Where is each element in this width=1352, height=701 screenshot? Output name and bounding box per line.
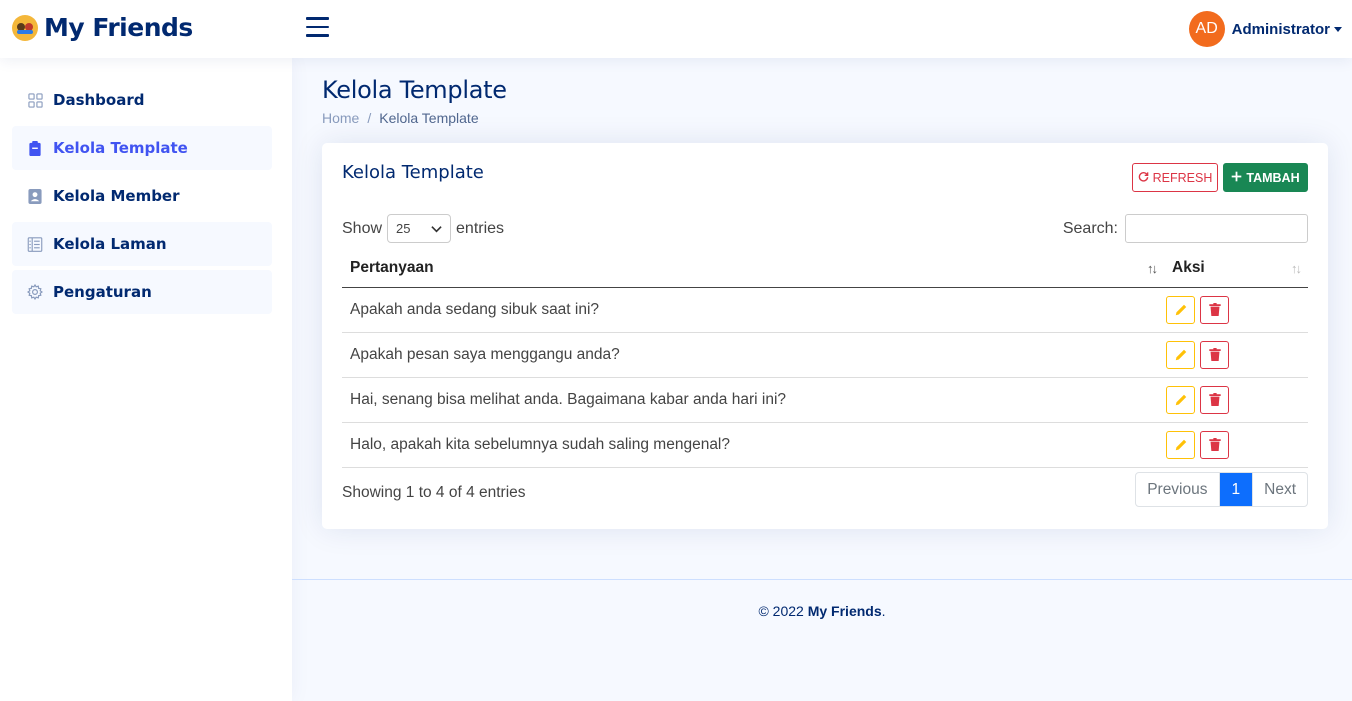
footer-copyright: © 2022 (758, 603, 808, 619)
sidebar-item-dashboard[interactable]: Dashboard (12, 78, 272, 122)
breadcrumb-separator: / (367, 110, 372, 126)
logo[interactable]: My Friends (12, 13, 193, 42)
delete-button[interactable] (1200, 295, 1230, 324)
search-label: Search: (1062, 219, 1118, 237)
trash-icon (1209, 393, 1221, 406)
question-cell: Apakah pesan saya menggangu anda? (342, 332, 1164, 378)
logo-icon (12, 14, 38, 41)
refresh-button[interactable]: REFRESH (1132, 163, 1218, 192)
logo-text: My Friends (44, 13, 193, 42)
edit-button[interactable] (1166, 385, 1195, 414)
column-header-pertanyaan[interactable]: Pertanyaan ↑↓ (342, 250, 1164, 288)
page-size-select[interactable]: 25 (387, 214, 452, 243)
breadcrumb-home[interactable]: Home (322, 110, 359, 126)
table-row: Apakah pesan saya menggangu anda? (342, 332, 1308, 378)
edit-button[interactable] (1166, 430, 1195, 459)
column-header-aksi[interactable]: Aksi ↑↓ (1164, 250, 1308, 288)
sidebar-item-label: Kelola Template (53, 139, 188, 157)
entries-label: entries (456, 219, 505, 237)
previous-page-button[interactable]: Previous (1136, 473, 1220, 506)
layout-text-icon (27, 236, 43, 252)
add-label: TAMBAH (1246, 170, 1300, 185)
page-title-block: Kelola Template Home / Kelola Template (322, 76, 507, 126)
sidebar-item-label: Kelola Member (53, 187, 180, 205)
delete-button[interactable] (1200, 430, 1230, 459)
refresh-label: REFRESH (1152, 170, 1213, 185)
sidebar-item-kelola-laman[interactable]: Kelola Laman (12, 222, 272, 266)
edit-button[interactable] (1166, 340, 1195, 369)
pencil-icon (1175, 439, 1186, 450)
column-header-label: Aksi (1172, 259, 1205, 277)
template-card: Kelola Template REFRESH TAMBAH Show 25 e… (322, 143, 1328, 529)
pencil-icon (1175, 349, 1186, 360)
search-input[interactable] (1125, 214, 1308, 243)
grid-icon (27, 92, 43, 108)
sidebar-item-label: Kelola Laman (53, 235, 167, 253)
clipboard-icon (27, 140, 43, 156)
search-control: Search: (1063, 214, 1308, 243)
sidebar-item-label: Dashboard (53, 91, 145, 109)
sidebar-item-kelola-member[interactable]: Kelola Member (12, 174, 272, 218)
action-cell (1164, 332, 1308, 378)
breadcrumb: Home / Kelola Template (322, 110, 507, 126)
delete-button[interactable] (1200, 385, 1230, 414)
menu-toggle-icon[interactable] (306, 17, 329, 39)
refresh-icon (1138, 171, 1149, 185)
footer-brand: My Friends (807, 603, 882, 619)
column-header-label: Pertanyaan (350, 259, 434, 277)
question-cell: Apakah anda sedang sibuk saat ini? (342, 287, 1164, 333)
table-header-row: Pertanyaan ↑↓ Aksi ↑↓ (342, 250, 1308, 288)
trash-icon (1209, 438, 1221, 451)
action-cell (1164, 377, 1308, 423)
table-row: Apakah anda sedang sibuk saat ini? (342, 287, 1308, 333)
page-size-control: Show 25 entries (342, 214, 504, 243)
sidebar-item-label: Pengaturan (53, 283, 152, 301)
next-page-button[interactable]: Next (1252, 473, 1307, 506)
trash-icon (1209, 348, 1221, 361)
table-info: Showing 1 to 4 of 4 entries (342, 484, 526, 501)
trash-icon (1209, 303, 1221, 316)
question-cell: Hai, senang bisa melihat anda. Bagaimana… (342, 377, 1164, 423)
person-badge-icon (27, 188, 43, 204)
pencil-icon (1175, 304, 1186, 315)
plus-icon (1231, 171, 1242, 185)
template-table: Pertanyaan ↑↓ Aksi ↑↓ Apakah anda sedang… (342, 250, 1308, 468)
gear-icon (27, 284, 43, 300)
sidebar: Dashboard Kelola Template Kelola Member … (0, 58, 292, 701)
avatar: AD (1188, 11, 1225, 47)
sidebar-item-pengaturan[interactable]: Pengaturan (12, 270, 272, 314)
action-cell (1164, 287, 1308, 333)
profile-name: Administrator (1231, 20, 1330, 38)
question-cell: Halo, apakah kita sebelumnya sudah salin… (342, 422, 1164, 468)
delete-button[interactable] (1200, 340, 1230, 369)
top-header: My Friends AD Administrator (0, 0, 1352, 58)
show-label: Show (342, 219, 383, 237)
pagination: Previous 1 Next (1135, 472, 1308, 507)
add-template-button[interactable]: TAMBAH (1223, 163, 1308, 192)
footer-suffix: . (881, 603, 886, 619)
table-row: Halo, apakah kita sebelumnya sudah salin… (342, 422, 1308, 468)
breadcrumb-current: Kelola Template (379, 110, 479, 126)
sidebar-item-kelola-template[interactable]: Kelola Template (12, 126, 272, 170)
pencil-icon (1175, 394, 1186, 405)
caret-down-icon (1334, 26, 1342, 32)
table-row: Hai, senang bisa melihat anda. Bagaimana… (342, 377, 1308, 423)
sort-ascending-icon: ↑↓ (1147, 261, 1158, 276)
page-size-value: 25 (396, 221, 411, 236)
sort-icon: ↑↓ (1291, 261, 1302, 276)
page-1-button[interactable]: 1 (1219, 473, 1253, 506)
edit-button[interactable] (1166, 295, 1195, 324)
chevron-down-icon (431, 221, 442, 236)
footer: © 2022 My Friends. (292, 579, 1352, 619)
action-cell (1164, 422, 1308, 468)
page-title: Kelola Template (322, 76, 507, 104)
card-title: Kelola Template (342, 162, 484, 183)
profile-dropdown[interactable]: AD Administrator (1188, 11, 1342, 47)
